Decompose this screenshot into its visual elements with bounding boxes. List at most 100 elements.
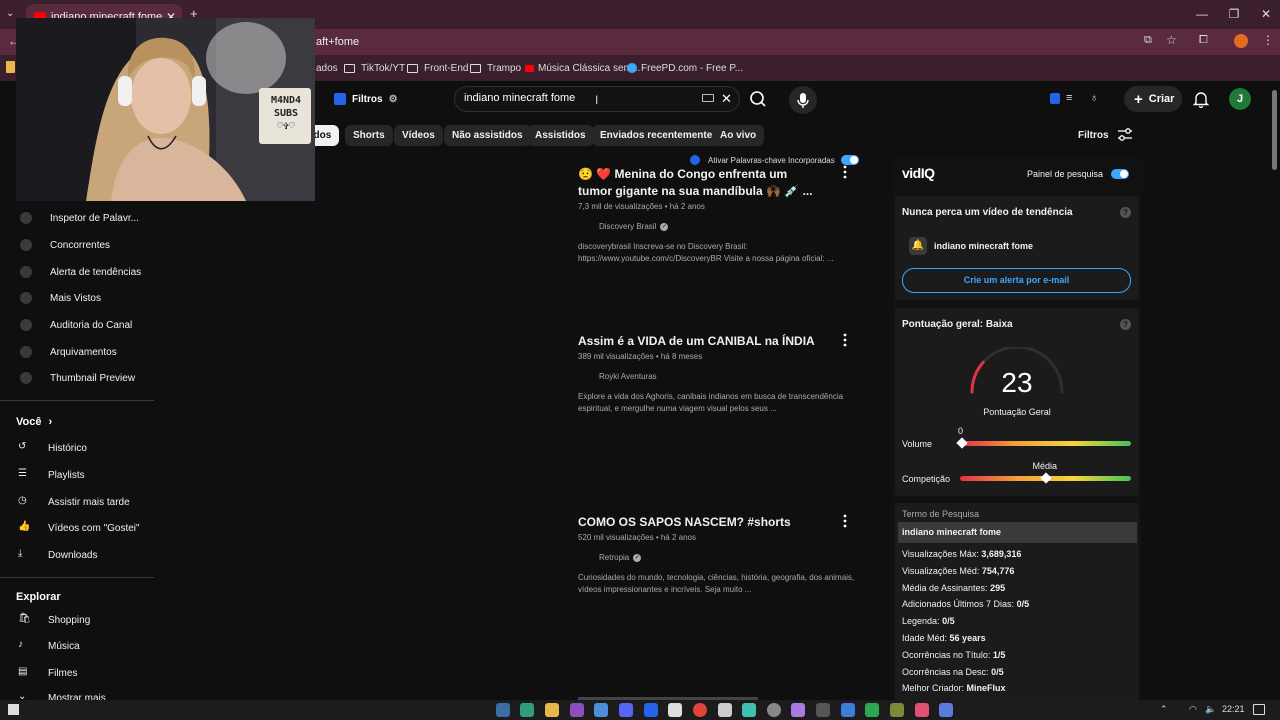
close-window-icon[interactable]: ✕ — [1251, 4, 1280, 24]
taskbar-app-icon[interactable] — [644, 703, 658, 717]
volume-icon[interactable]: 🔈 — [1205, 704, 1216, 715]
stat-value: 295 — [990, 582, 1006, 593]
taskbar-app-icon[interactable] — [791, 703, 805, 717]
keyboard-icon[interactable] — [702, 94, 714, 102]
bookmark-item[interactable]: Música Clássica sem... — [525, 60, 640, 76]
more-options-icon[interactable] — [841, 165, 849, 179]
sidebar-item-historico[interactable]: ↺ Histórico — [18, 439, 87, 457]
sidebar-item-arquivamentos[interactable]: Arquivamentos — [20, 343, 117, 361]
cast-icon[interactable]: ⧉ — [1144, 34, 1152, 47]
taskbar-app-icon[interactable] — [619, 703, 633, 717]
video-description: Explore a vida dos Aghoris, canibais ind… — [578, 392, 844, 413]
search-term-value: indiano minecraft fome — [898, 522, 1137, 543]
voice-search-button[interactable] — [789, 86, 817, 114]
sidebar-item-filmes[interactable]: ▤ Filmes — [18, 664, 77, 682]
browser-menu-icon[interactable]: ⋮ — [1262, 33, 1274, 47]
more-options-icon[interactable] — [841, 333, 849, 347]
scrollbar-thumb[interactable] — [1272, 90, 1277, 170]
bookmark-item[interactable]: FreePD.com - Free P... — [627, 60, 743, 76]
help-icon[interactable]: ? — [1120, 319, 1131, 330]
chip-shorts[interactable]: Shorts — [345, 125, 393, 146]
video-title[interactable]: COMO OS SAPOS NASCEM? #shorts — [578, 514, 838, 531]
chip-videos[interactable]: Vídeos — [394, 125, 443, 146]
chip-nao-assistidos[interactable]: Não assistidos — [444, 125, 531, 146]
search-filters-button[interactable]: Filtros — [1078, 128, 1133, 142]
taskbar-app-icon[interactable] — [742, 703, 756, 717]
taskbar-app-icon[interactable] — [520, 703, 534, 717]
chip-ao-vivo[interactable]: Ao vivo — [712, 125, 765, 146]
taskbar-app-icon[interactable] — [570, 703, 584, 717]
sidebar-item-concorrentes[interactable]: Concorrentes — [20, 236, 110, 254]
search-icon — [750, 91, 766, 107]
taskbar-app-icon[interactable] — [668, 703, 682, 717]
taskbar-app-icon[interactable] — [816, 703, 830, 717]
stat-value: 3,689,316 — [981, 549, 1022, 559]
sidebar-item-assistir-tarde[interactable]: ◷ Assistir mais tarde — [18, 493, 130, 511]
sidebar-item-shopping[interactable]: 🛍 Shopping — [18, 611, 90, 629]
sidebar-section-voce[interactable]: Você › — [16, 416, 52, 428]
sidebar-item-inspetor[interactable]: Inspetor de Palavr... — [20, 209, 139, 227]
list-icon[interactable]: ≡ — [1066, 92, 1072, 104]
clock-text[interactable]: 22:21 — [1222, 704, 1245, 714]
chip-enviados-recentemente[interactable]: Enviados recentemente — [592, 125, 721, 146]
bookmark-star-icon[interactable]: ☆ — [1166, 33, 1177, 47]
video-meta: 520 mil visualizações • há 2 anos — [578, 533, 696, 542]
taskbar-app-icon[interactable] — [890, 703, 904, 717]
taskbar-app-icon[interactable] — [841, 703, 855, 717]
sidebar-item-downloads[interactable]: ⤓ Downloads — [18, 546, 97, 564]
more-options-icon[interactable] — [841, 514, 849, 528]
video-title[interactable]: 😟 ❤️ Menina do Congo enfrenta um tumor g… — [578, 166, 818, 200]
sidebar-item-alerta[interactable]: Alerta de tendências — [20, 263, 141, 281]
channel-name[interactable]: Retropia ✓ — [599, 553, 642, 562]
research-panel-toggle[interactable]: Painel de pesquisa — [1027, 169, 1130, 179]
tab-search-icon[interactable]: ⌄ — [6, 8, 14, 19]
sidebar-item-auditoria[interactable]: Auditoria do Canal — [20, 316, 132, 334]
search-input[interactable]: indiano minecraft fome — [464, 92, 575, 104]
sidebar-item-gostei[interactable]: 👍 Vídeos com "Gostei" — [18, 519, 140, 537]
bookmark-item[interactable]: TikTok/YT — [344, 60, 405, 76]
url-text[interactable]: aft+fome — [316, 36, 359, 48]
taskbar-app-icon[interactable] — [939, 703, 953, 717]
chip-assistidos[interactable]: Assistidos — [527, 125, 594, 146]
sidebar-item-musica[interactable]: ♪ Música — [18, 637, 80, 655]
windows-start-icon[interactable] — [8, 704, 19, 715]
maximize-icon[interactable]: ❐ — [1219, 4, 1249, 24]
taskbar-app-icon[interactable] — [545, 703, 559, 717]
vidiq-filter-button[interactable]: Filtros ⚙ — [334, 89, 398, 109]
avatar[interactable]: J — [1229, 88, 1251, 110]
notifications-icon[interactable] — [1193, 90, 1209, 108]
bookmark-item[interactable]: Front-End — [407, 60, 468, 76]
taskbar-app-icon[interactable] — [865, 703, 879, 717]
create-email-alert-button[interactable]: Crie um alerta por e-mail — [902, 268, 1131, 293]
clear-search-icon[interactable]: ✕ — [721, 91, 732, 107]
taskbar-app-icon[interactable] — [496, 703, 510, 717]
taskbar-app-icon[interactable] — [594, 703, 608, 717]
sidebar-item-playlists[interactable]: ☰ Playlists — [18, 466, 85, 484]
vidiq-logo: vidIQ — [902, 165, 935, 181]
wifi-icon[interactable]: ◠ — [1189, 704, 1197, 715]
keyword-toggle-row[interactable]: Ativar Palavras-chave Incorporadas — [690, 155, 859, 165]
bookmark-item[interactable]: ados — [316, 60, 338, 76]
channel-name[interactable]: Royki Aventuras — [599, 372, 657, 381]
bookmark-item[interactable]: Trampo — [470, 60, 521, 76]
extensions-icon[interactable]: ⧠ — [1199, 34, 1208, 47]
create-button[interactable]: + Criar — [1124, 86, 1182, 112]
profile-icon[interactable] — [1234, 34, 1248, 48]
chrome-icon[interactable] — [693, 703, 707, 717]
help-icon[interactable]: ? — [1120, 207, 1131, 218]
taskbar-app-icon[interactable] — [915, 703, 929, 717]
video-title[interactable]: Assim é a VIDA de um CANIBAL na ÍNDIA — [578, 333, 838, 350]
webcam-overlay: M4ND4 SUBS ♡✞♡ — [16, 18, 315, 201]
minimize-icon[interactable]: — — [1187, 4, 1217, 24]
sidebar-item-mais-vistos[interactable]: Mais Vistos — [20, 289, 101, 307]
notifications-tray-icon[interactable] — [1253, 704, 1265, 715]
taskbar-app-icon[interactable] — [767, 703, 781, 717]
channel-name[interactable]: Discovery Brasil ✓ — [599, 222, 669, 231]
vidiq-header-icon[interactable] — [1050, 93, 1060, 104]
sidebar-item-thumbnail[interactable]: Thumbnail Preview — [20, 369, 135, 387]
bookmark-folder-icon[interactable] — [6, 61, 15, 73]
tray-chevron-icon[interactable]: ⌃ — [1160, 704, 1168, 715]
taskbar-app-icon[interactable] — [718, 703, 732, 717]
award-icon[interactable]: ♁ — [1090, 92, 1098, 104]
search-button[interactable] — [743, 86, 773, 112]
